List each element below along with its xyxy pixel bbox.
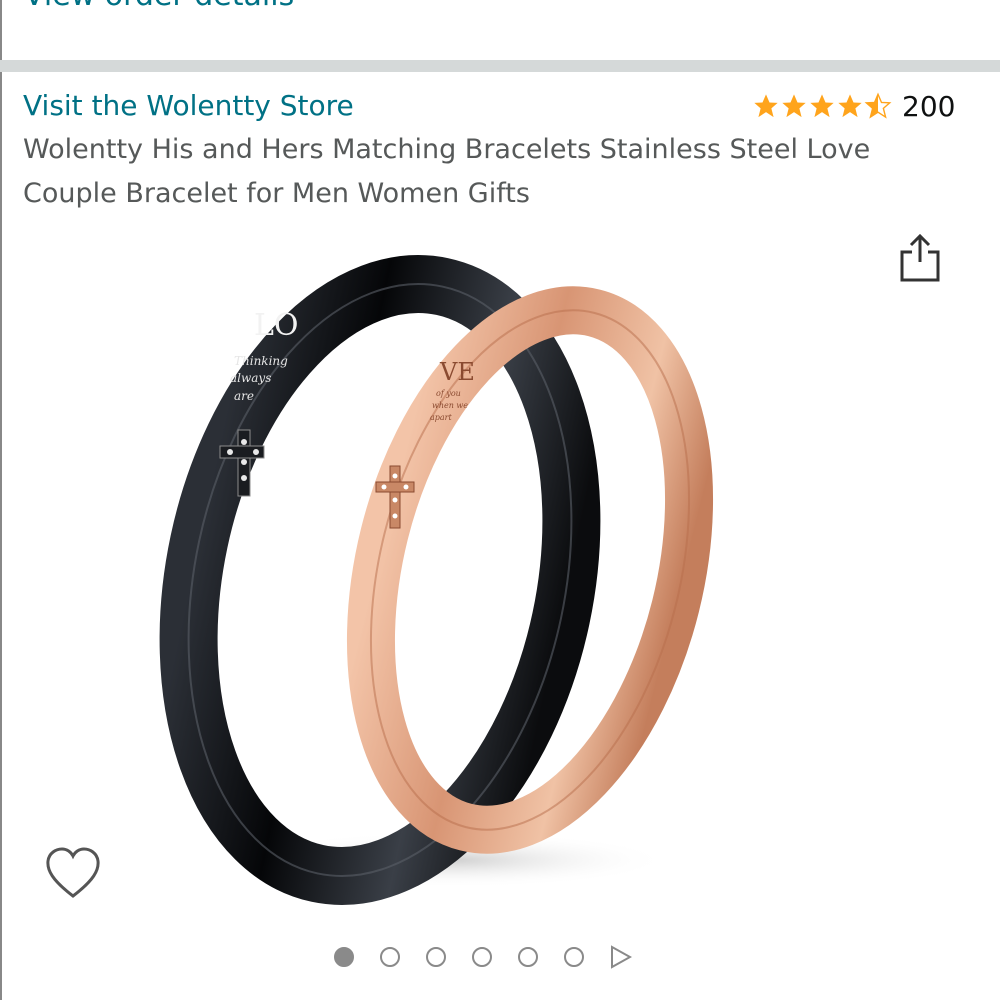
star-icon xyxy=(754,94,778,118)
left-edge xyxy=(0,0,2,1000)
engraving-text: LO xyxy=(254,308,299,343)
heart-icon[interactable] xyxy=(44,846,102,900)
star-icon xyxy=(810,94,834,118)
engraving-text: are xyxy=(234,389,254,403)
carousel-dot[interactable] xyxy=(518,947,538,967)
image-carousel-dots xyxy=(334,943,632,971)
product-title: Wolentty His and Hers Matching Bracelets… xyxy=(23,134,871,209)
engraving-text: always xyxy=(230,371,271,385)
play-next-icon[interactable] xyxy=(610,945,632,969)
carousel-dot[interactable] xyxy=(472,947,492,967)
star-rating xyxy=(752,92,892,120)
engraving-text: of you xyxy=(436,389,461,398)
carousel-dot[interactable] xyxy=(426,947,446,967)
carousel-dot[interactable] xyxy=(334,947,354,967)
view-order-details-link[interactable]: View order details xyxy=(24,0,294,13)
engraving-text: Thinking xyxy=(234,354,288,368)
star-half-icon xyxy=(864,92,892,119)
rating-summary[interactable]: 200 xyxy=(752,86,955,126)
visit-store-link[interactable]: Visit the Wolentty Store xyxy=(23,89,354,122)
star-icon xyxy=(838,94,862,118)
section-divider xyxy=(0,60,1000,72)
engraving-text: when we xyxy=(432,401,468,410)
engraving-text: VE xyxy=(439,358,475,386)
engraving-text: apart xyxy=(430,413,452,422)
product-image[interactable]: LO Thinking always are VE of you when we… xyxy=(150,210,770,910)
carousel-dot[interactable] xyxy=(564,947,584,967)
rating-count[interactable]: 200 xyxy=(902,90,955,123)
star-icon xyxy=(782,94,806,118)
share-icon[interactable] xyxy=(898,232,942,284)
carousel-dot[interactable] xyxy=(380,947,400,967)
